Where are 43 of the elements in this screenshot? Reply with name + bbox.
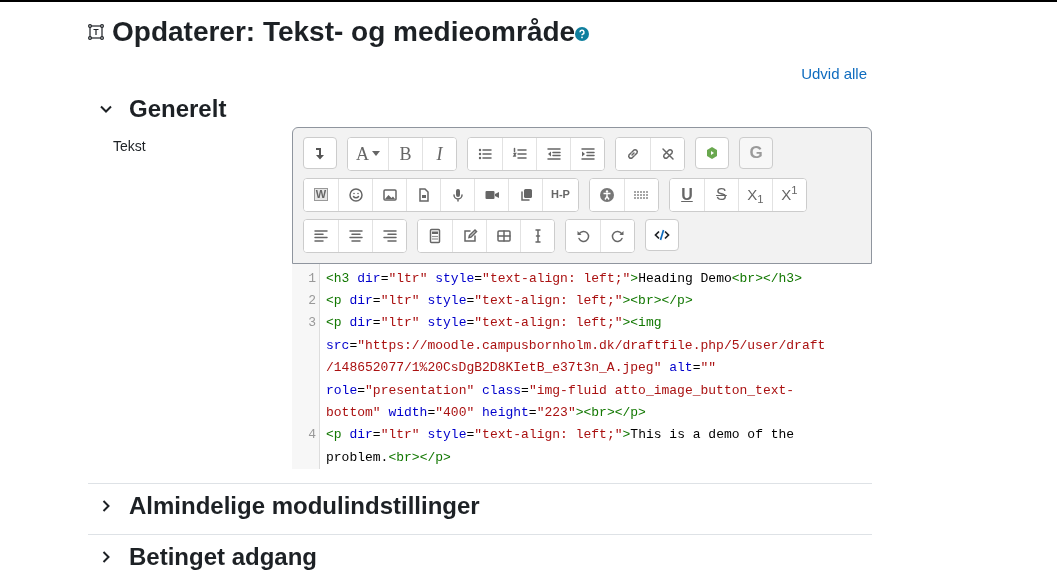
field-label: Tekst	[112, 136, 147, 156]
calculator-icon	[427, 227, 443, 244]
line-number: 1	[308, 270, 316, 286]
superscript-button[interactable]: X$^{1}$	[771, 178, 806, 211]
edit-icon	[461, 227, 478, 244]
align-right-button[interactable]	[372, 219, 406, 252]
h5p-button[interactable]: H-P	[542, 178, 578, 211]
indent-icon	[579, 145, 596, 162]
line-number: 3	[308, 315, 316, 331]
accessibility-icon	[598, 186, 615, 203]
hexagon-button[interactable]	[695, 136, 729, 169]
turn-down-arrow-button[interactable]	[303, 136, 337, 169]
caret-icon	[372, 151, 380, 156]
line-number: 2	[308, 292, 316, 308]
code-line[interactable]: <p dir="ltr" style="text-align: left;"><br></p>	[326, 289, 830, 313]
italic-button[interactable]: I	[422, 137, 456, 170]
unlink-button[interactable]	[650, 137, 684, 170]
code-line[interactable]: <h3 dir="ltr" style="text-align: left;">Heading Demo<br></h3>	[326, 267, 830, 290]
numbered-list-icon	[511, 145, 528, 162]
code-button[interactable]	[645, 218, 679, 251]
section-heading[interactable]: Betinget adgang	[129, 543, 317, 572]
expand-all-link[interactable]: Udvid alle	[801, 63, 867, 86]
image-icon	[381, 186, 398, 203]
help-icon[interactable]	[575, 27, 590, 41]
redo-button[interactable]	[600, 219, 634, 252]
section-heading[interactable]: Almindelige modulindstillinger	[129, 492, 480, 521]
smiley-icon	[347, 186, 364, 203]
hexagon-icon	[704, 144, 720, 161]
page-title: Opdaterer: Tekst- og medieområde	[112, 18, 576, 46]
code-line[interactable]: <p dir="ltr" style="text-align: left;">This is a demo of the problem.<br></p>	[326, 424, 830, 470]
table-icon	[495, 227, 512, 244]
code-line[interactable]: <p dir="ltr" style="text-align: left;"><img src="https://moodle.campusbornholm.dk/draftfile.php/5/user/draft/148652077/1%20CsDgB2D8KIetB_e37t3n_A.jpeg" alt="" role="presentation" class="img-fluid atto_image_button_text-bottom" width="400" height="223"><br></p>	[326, 312, 830, 425]
align-center-icon	[347, 227, 364, 244]
unlink-icon	[659, 145, 676, 162]
align-right-icon	[381, 227, 398, 244]
section-heading[interactable]: Generelt	[129, 94, 227, 123]
text-area-icon	[88, 24, 104, 40]
line-number: 4	[308, 427, 316, 443]
outdent-icon	[545, 145, 562, 162]
align-left-icon	[313, 227, 329, 244]
indent-button[interactable]	[570, 137, 604, 170]
dot-grid-button[interactable]	[623, 178, 658, 211]
text-cursor-button[interactable]	[520, 219, 554, 252]
